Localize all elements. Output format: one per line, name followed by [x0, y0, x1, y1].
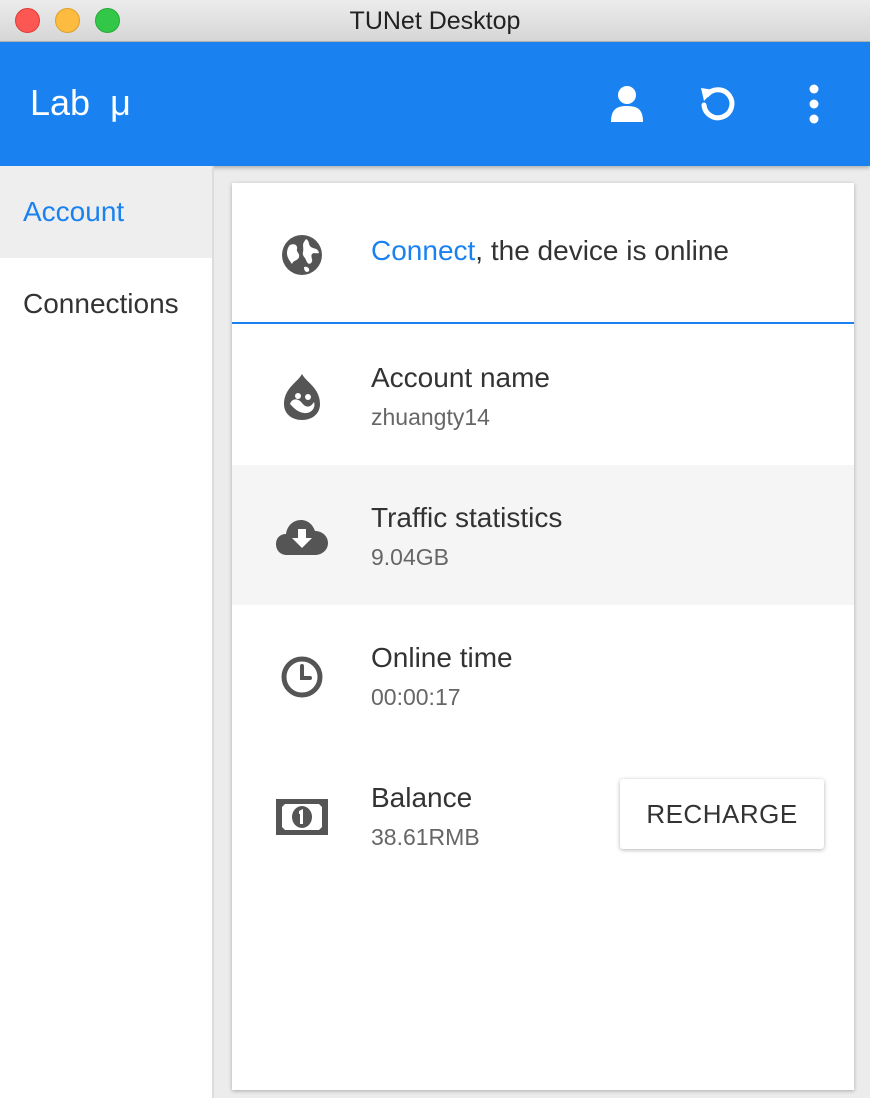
app-title: Lab μ: [30, 82, 131, 123]
user-icon[interactable]: [605, 82, 649, 126]
status-message: , the device is online: [475, 235, 730, 266]
window-titlebar: TUNet Desktop: [0, 0, 870, 42]
online-time-value: 00:00:17: [371, 684, 461, 710]
balance-row: Balance 38.61RMB RECHARGE: [232, 745, 854, 885]
money-icon: [274, 793, 330, 841]
traffic-statistics-label: Traffic statistics: [371, 502, 563, 533]
traffic-statistics-row: Traffic statistics 9.04GB: [232, 465, 854, 605]
balance-value: 38.61RMB: [371, 824, 480, 850]
window-title: TUNet Desktop: [349, 7, 521, 35]
drupal-icon: [274, 373, 330, 421]
clock-icon: [274, 653, 330, 701]
sidebar-item-account[interactable]: Account: [0, 166, 212, 258]
more-vert-icon[interactable]: [792, 82, 836, 126]
sidebar-item-connections[interactable]: Connections: [0, 258, 212, 350]
account-name-label: Account name: [371, 362, 550, 393]
cloud-download-icon: [274, 513, 330, 561]
balance-label: Balance: [371, 782, 473, 813]
sidebar: Account Connections: [0, 166, 214, 1098]
traffic-statistics-value: 9.04GB: [371, 544, 449, 570]
connection-status-row: Connect, the device is online: [232, 183, 854, 324]
account-name-value: zhuangty14: [371, 404, 490, 430]
online-time-label: Online time: [371, 642, 513, 673]
account-name-row: Account name zhuangty14: [232, 325, 854, 465]
recharge-button[interactable]: RECHARGE: [620, 779, 824, 849]
account-panel: Connect, the device is online Account na…: [232, 183, 854, 1090]
online-time-row: Online time 00:00:17: [232, 605, 854, 745]
app-bar: Lab μ: [0, 42, 870, 166]
globe-icon: [274, 231, 330, 279]
connection-status-text: Connect, the device is online: [371, 235, 729, 267]
connect-link[interactable]: Connect: [371, 235, 475, 266]
refresh-icon[interactable]: [696, 82, 740, 126]
